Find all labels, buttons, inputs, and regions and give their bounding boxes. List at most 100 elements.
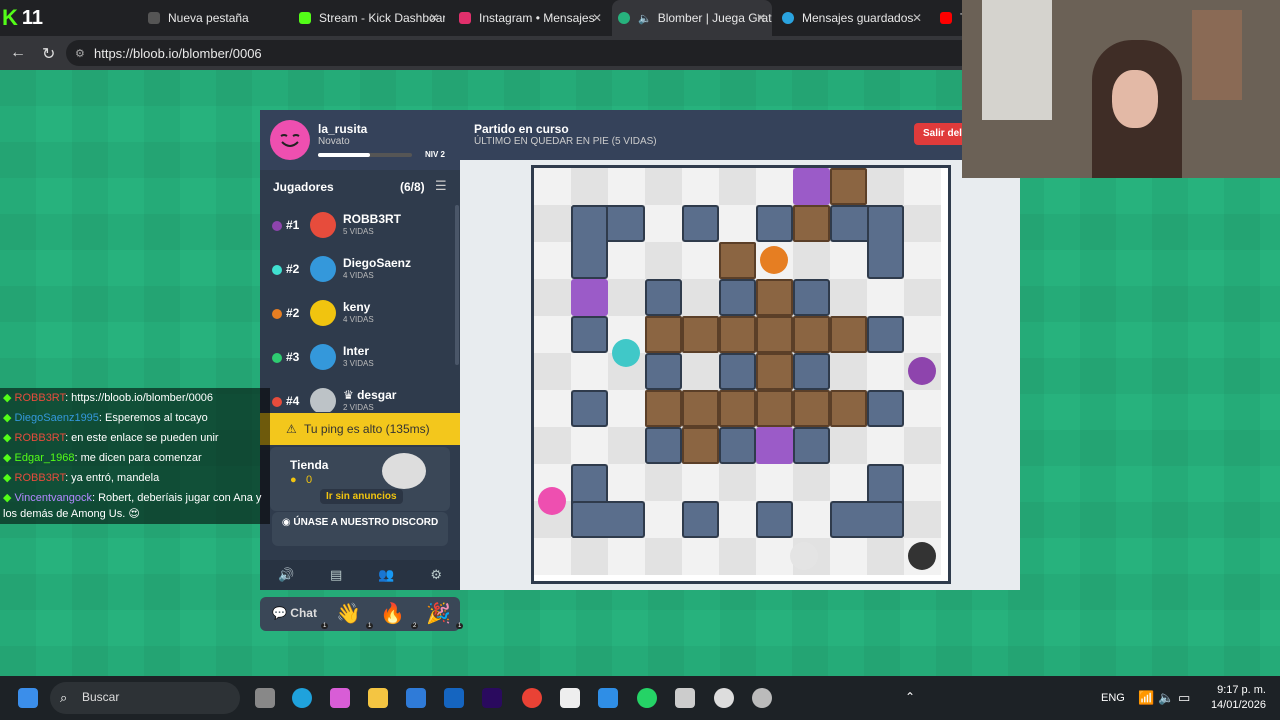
taskbar-search[interactable]: ⌕ Buscar	[50, 682, 240, 714]
wooden-crate	[682, 390, 719, 427]
chat-button[interactable]: 💬 Chat	[272, 606, 317, 620]
player-row[interactable]: #4 ♛ desgar 2 VIDAS	[270, 386, 450, 412]
back-icon[interactable]: ←	[10, 44, 26, 62]
wooden-crate	[719, 316, 756, 353]
no-ads-button[interactable]: Ir sin anuncios	[320, 489, 403, 504]
board-tile	[904, 279, 941, 316]
wooden-crate	[682, 427, 719, 464]
player-name: ♛ desgar	[343, 388, 397, 402]
clock-date[interactable]: 14/01/2026	[1200, 699, 1266, 711]
board-tile	[534, 242, 571, 279]
badge-icon: ◆	[3, 492, 15, 504]
edge-icon[interactable]	[292, 688, 312, 708]
board-tile	[719, 205, 756, 242]
board-tile	[645, 242, 682, 279]
party-emoji-button[interactable]: 🎉	[426, 601, 451, 626]
windows-start-icon[interactable]	[18, 688, 38, 708]
volume-icon[interactable]: 🔈	[1158, 690, 1174, 706]
tab-kick[interactable]: K 11	[0, 0, 90, 36]
player-rank: #2	[286, 262, 300, 276]
chevron-up-icon[interactable]: ⌃	[905, 690, 915, 704]
game-board[interactable]	[531, 165, 951, 584]
tab-instagram[interactable]: Instagram • Mensajes ✕	[453, 0, 608, 36]
leave-game-button[interactable]: Salir del	[914, 123, 962, 145]
sound-icon[interactable]: 🔊	[278, 567, 294, 583]
coin-count: 0	[306, 474, 313, 486]
taskbar: ⌕ Buscar ⌃ ENG 📶 🔈 ▭ 9:17 p. m. 14/01/20…	[0, 676, 1280, 720]
badge-icon: ◆	[3, 392, 15, 404]
battery-icon[interactable]: ▭	[1178, 690, 1190, 706]
discord-button[interactable]: ◉ ÚNASE A NUESTRO DISCORD	[272, 512, 448, 546]
media-player-icon[interactable]	[714, 688, 734, 708]
tab-youtube[interactable]: T	[936, 0, 962, 36]
player-row[interactable]: #2 keny 4 VIDAS	[270, 298, 450, 336]
board-tile	[682, 464, 719, 501]
tab-new[interactable]: Nueva pestaña	[140, 0, 285, 36]
wall-block	[793, 353, 830, 390]
close-icon[interactable]: ✕	[592, 11, 602, 25]
search-placeholder: Buscar	[82, 690, 120, 704]
stream-chat-overlay: ◆ ROBB3RT: https://bloob.io/blomber/0006…	[0, 388, 270, 524]
player-row[interactable]: #1 ROBB3RT 5 VIDAS	[270, 210, 450, 248]
site-info-icon[interactable]: ⚙	[75, 47, 85, 60]
whatsapp-icon[interactable]	[637, 688, 657, 708]
wooden-crate	[719, 242, 756, 279]
store-icon[interactable]	[406, 688, 426, 708]
players-scrollbar[interactable]	[455, 205, 459, 365]
reload-icon[interactable]: ↻	[42, 44, 55, 64]
player-name: Inter	[343, 344, 370, 358]
book-icon[interactable]: ▤	[330, 567, 342, 583]
taskview-icon[interactable]	[255, 688, 275, 708]
tab-blomber[interactable]: 🔈 Blomber | Juega Gratis ✕	[612, 0, 772, 36]
photos-icon[interactable]	[598, 688, 618, 708]
board-tile	[904, 427, 941, 464]
board-tile	[682, 353, 719, 390]
folder-icon[interactable]	[368, 688, 388, 708]
url-input[interactable]: ⚙ https://bloob.io/blomber/0006	[66, 40, 1066, 66]
settings-gear-icon[interactable]: ⚙	[430, 567, 442, 583]
wooden-crate	[830, 316, 867, 353]
players-title: Jugadores	[273, 180, 334, 194]
wave-emoji-button[interactable]: 👋	[336, 601, 361, 626]
player-row[interactable]: #3 Inter 3 VIDAS	[270, 342, 450, 380]
tab-telegram[interactable]: Mensajes guardados ✕	[776, 0, 928, 36]
tab-kick-dashboard[interactable]: Stream - Kick Dashboard ✕	[293, 0, 445, 36]
board-tile	[645, 538, 682, 575]
obs-icon[interactable]	[752, 688, 772, 708]
youtube-icon	[940, 12, 952, 24]
board-tile	[645, 464, 682, 501]
board-tile	[682, 242, 719, 279]
outlook-icon[interactable]	[444, 688, 464, 708]
wall-block	[830, 501, 904, 538]
clock-time[interactable]: 9:17 p. m.	[1210, 684, 1266, 696]
player-color-dot	[272, 309, 282, 319]
filter-icon[interactable]: ☰	[435, 178, 447, 194]
shop-card[interactable]: Tienda ● 0 Ir sin anuncios	[270, 447, 450, 511]
chrome-icon[interactable]	[522, 688, 542, 708]
board-tile	[756, 538, 793, 575]
copilot-icon[interactable]	[330, 688, 350, 708]
close-icon[interactable]: ✕	[912, 11, 922, 25]
wall-block	[645, 427, 682, 464]
url-text: https://bloob.io/blomber/0006	[94, 45, 262, 61]
close-icon[interactable]: ✕	[756, 11, 766, 25]
close-icon[interactable]: ✕	[429, 11, 439, 25]
capcut-icon[interactable]	[560, 688, 580, 708]
premiere-icon[interactable]	[482, 688, 502, 708]
wifi-icon[interactable]: 📶	[1138, 690, 1154, 706]
friends-icon[interactable]: 👥	[378, 567, 394, 583]
wall-block	[571, 316, 608, 353]
chat-label: Chat	[290, 606, 317, 620]
user-avatar[interactable]	[270, 120, 310, 160]
wall-block	[756, 205, 793, 242]
ghost-player-icon	[789, 542, 818, 570]
player-row[interactable]: #2 DiegoSaenz 4 VIDAS	[270, 254, 450, 292]
wooden-crate	[756, 316, 793, 353]
fire-emoji-button[interactable]: 🔥	[380, 601, 405, 626]
player-color-dot	[272, 265, 282, 275]
board-tile	[534, 390, 571, 427]
calculator-icon[interactable]	[675, 688, 695, 708]
telegram-icon	[782, 12, 794, 24]
language-indicator[interactable]: ENG	[1101, 692, 1125, 704]
board-tile	[830, 427, 867, 464]
